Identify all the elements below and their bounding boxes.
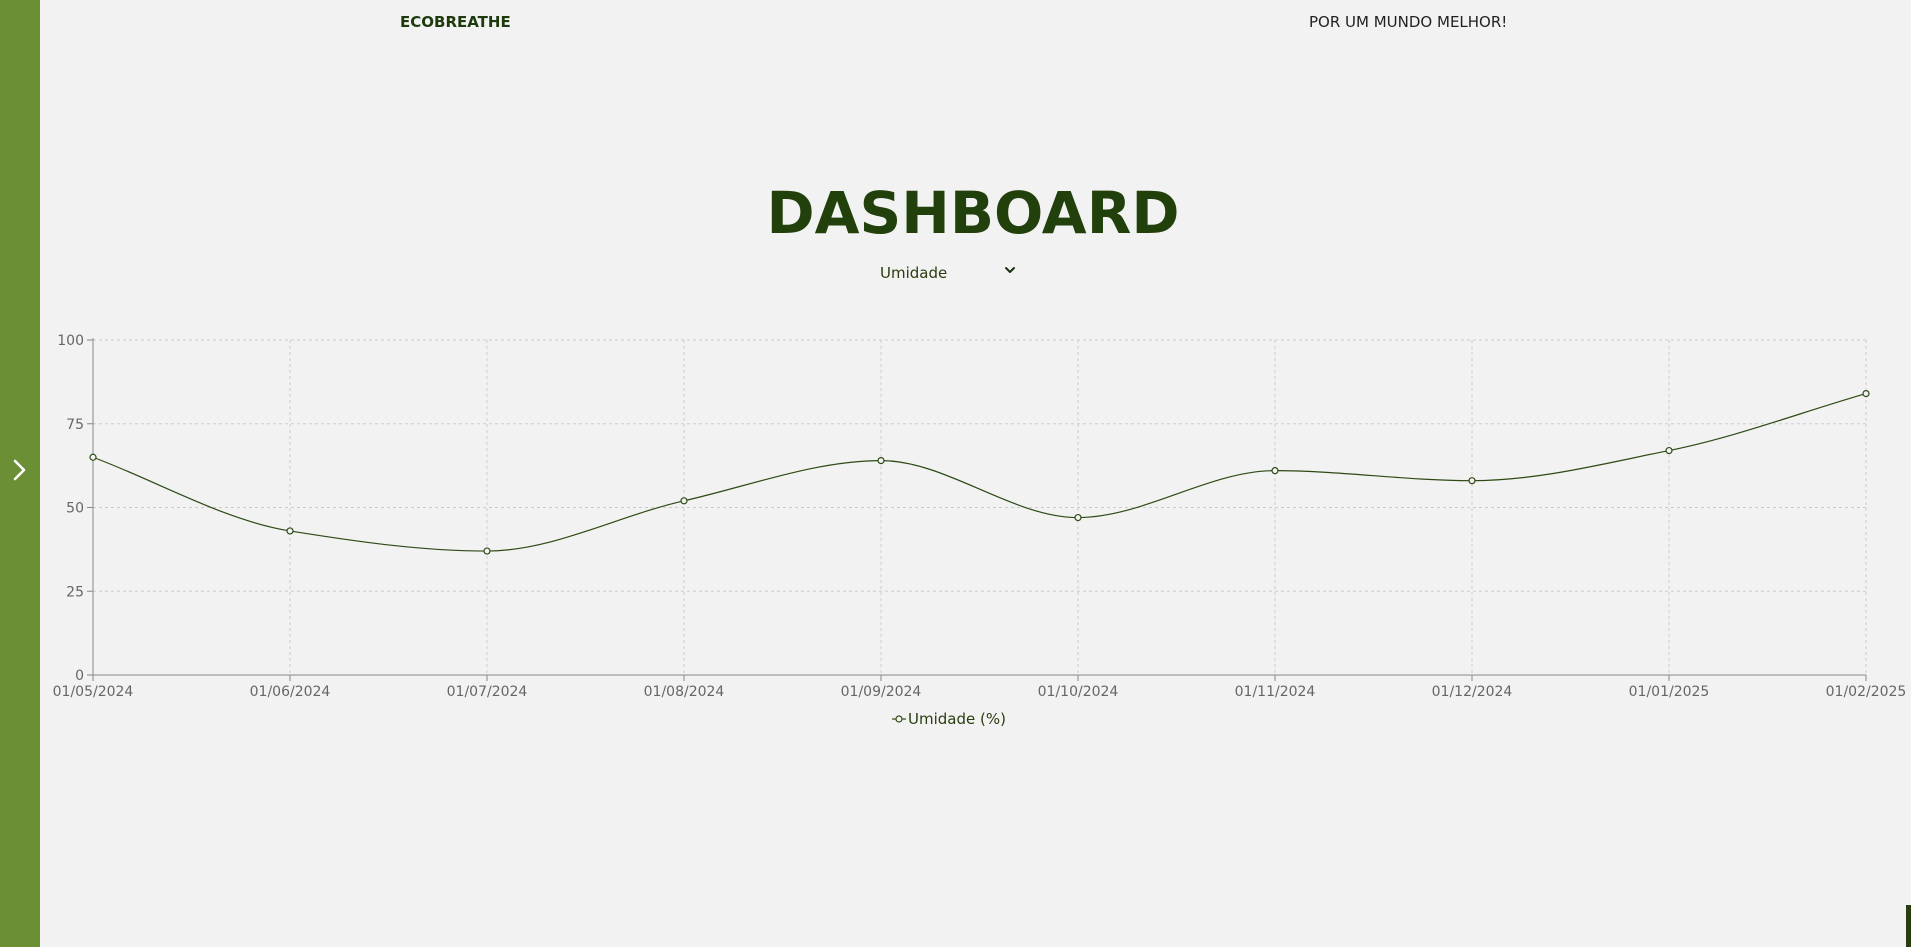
data-point (483, 547, 491, 555)
page-title: DASHBOARD (766, 179, 1180, 247)
brand-logo-text[interactable]: ECOBREATHE (400, 13, 511, 31)
y-tick-label: 50 (66, 501, 84, 517)
data-point (1665, 446, 1673, 455)
humidity-line-chart: 0 25 50 75 100 01/05/2024 01/06/2024 01/07/202… (53, 333, 1906, 728)
x-tick-label: 01/09/2024 (841, 684, 922, 700)
data-point (1271, 467, 1279, 475)
y-tick-label: 0 (75, 668, 84, 684)
x-tick-label: 01/06/2024 (250, 684, 331, 700)
series-line-umidade (92, 393, 1867, 552)
series-points (89, 389, 1870, 555)
chevron-right-icon (13, 459, 26, 481)
chart-axes (92, 338, 1866, 676)
data-point (1074, 513, 1082, 522)
x-tick-label: 01/07/2024 (447, 684, 528, 700)
data-point (286, 527, 294, 535)
y-tick-label: 100 (57, 333, 84, 349)
legend-label: Umidade (%) (908, 710, 1006, 728)
tagline: POR UM MUNDO MELHOR! (1309, 13, 1508, 31)
chart-grid (93, 339, 1867, 675)
x-tick-label: 01/12/2024 (1432, 684, 1513, 700)
header: ECOBREATHE POR UM MUNDO MELHOR! (40, 0, 1906, 44)
legend-marker-icon (895, 715, 903, 723)
x-tick-label: 01/01/2025 (1629, 684, 1710, 700)
x-axis-ticks: 01/05/2024 01/06/2024 01/07/2024 01/08/2024… (53, 675, 1906, 700)
x-tick-label: 01/02/2025 (1826, 684, 1906, 700)
x-tick-label: 01/05/2024 (53, 684, 134, 700)
sidebar-toggle-button[interactable] (0, 445, 40, 495)
sidebar (0, 0, 40, 947)
x-tick-label: 01/08/2024 (644, 684, 725, 700)
y-axis-ticks: 0 25 50 75 100 (57, 333, 93, 684)
x-tick-label: 01/11/2024 (1235, 684, 1316, 700)
data-point (877, 457, 885, 465)
data-point (1468, 477, 1476, 485)
chart-legend[interactable]: Umidade (%) (892, 710, 1006, 728)
data-point (89, 453, 97, 461)
y-tick-label: 25 (66, 584, 84, 600)
metric-select-value: Umidade (880, 264, 948, 282)
y-tick-label: 75 (66, 417, 84, 433)
chevron-down-icon (1005, 267, 1015, 273)
data-point (1862, 389, 1870, 398)
scrollbar-thumb[interactable] (1906, 905, 1911, 947)
data-point (680, 497, 688, 505)
x-tick-label: 01/10/2024 (1038, 684, 1119, 700)
metric-select[interactable]: Umidade (880, 260, 1020, 286)
